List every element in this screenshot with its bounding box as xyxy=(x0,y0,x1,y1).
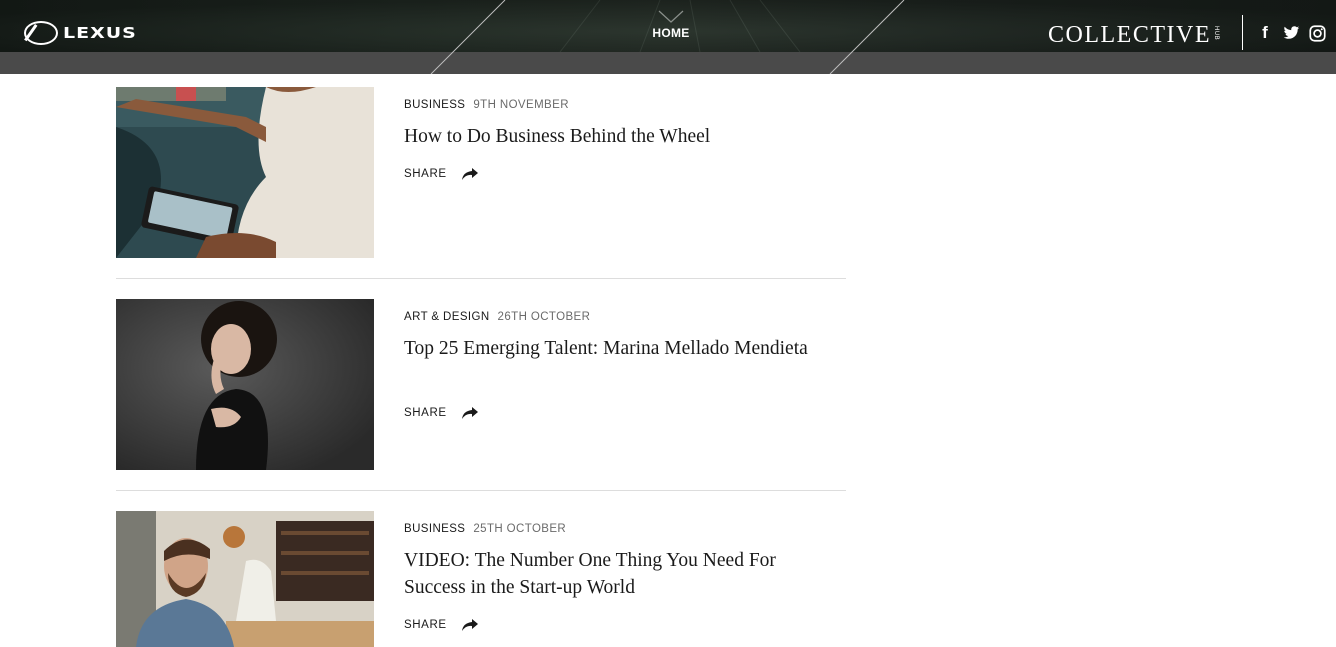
share-button[interactable]: SHARE xyxy=(404,618,479,632)
header-subbar xyxy=(0,52,1336,74)
article-title[interactable]: How to Do Business Behind the Wheel xyxy=(404,123,824,150)
share-arrow-icon xyxy=(461,168,478,180)
chevron-down-icon xyxy=(658,10,684,23)
article-separator xyxy=(116,490,846,491)
share-label: SHARE xyxy=(404,407,447,419)
date-label: 26TH OCTOBER xyxy=(497,311,591,323)
header-divider xyxy=(1242,15,1243,50)
date-label: 9TH NOVEMBER xyxy=(473,99,569,111)
twitter-icon[interactable] xyxy=(1283,25,1300,41)
article-title[interactable]: VIDEO: The Number One Thing You Need For… xyxy=(404,547,824,601)
collective-hub-logo[interactable]: COLLECTIVE xyxy=(1048,22,1211,49)
site-header: LEXUS HOME COLLECTIVE HUB f xyxy=(0,0,1336,52)
category-label[interactable]: BUSINESS xyxy=(404,99,465,111)
facebook-icon[interactable]: f xyxy=(1258,23,1272,42)
brand-sup: HUB xyxy=(1213,26,1219,41)
nav-home-link[interactable]: HOME xyxy=(640,26,702,40)
share-button[interactable]: SHARE xyxy=(404,406,479,420)
share-label: SHARE xyxy=(404,168,447,180)
article-thumbnail[interactable] xyxy=(116,511,374,647)
article-meta: BUSINESS 25TH OCTOBER xyxy=(404,523,566,535)
article-meta: ART & DESIGN 26TH OCTOBER xyxy=(404,311,590,323)
share-button[interactable]: SHARE xyxy=(404,167,479,181)
lexus-logo[interactable]: LEXUS xyxy=(24,19,137,47)
article-meta: BUSINESS 9TH NOVEMBER xyxy=(404,99,569,111)
instagram-icon[interactable] xyxy=(1309,25,1326,42)
share-arrow-icon xyxy=(461,619,478,631)
list-item[interactable]: ART & DESIGN 26TH OCTOBER Top 25 Emerging… xyxy=(116,299,846,470)
category-label[interactable]: BUSINESS xyxy=(404,523,465,535)
article-thumbnail[interactable] xyxy=(116,299,374,470)
list-item[interactable]: BUSINESS 9TH NOVEMBER How to Do Business … xyxy=(116,87,846,258)
article-thumbnail[interactable] xyxy=(116,87,374,258)
article-title[interactable]: Top 25 Emerging Talent: Marina Mellado M… xyxy=(404,335,824,362)
category-label[interactable]: ART & DESIGN xyxy=(404,311,490,323)
date-label: 25TH OCTOBER xyxy=(473,523,567,535)
share-arrow-icon xyxy=(461,407,478,419)
logo-text: LEXUS xyxy=(63,24,137,42)
article-separator xyxy=(116,278,846,279)
list-item[interactable]: BUSINESS 25TH OCTOBER VIDEO: The Number O… xyxy=(116,511,846,647)
lexus-emblem-icon xyxy=(24,21,58,45)
share-label: SHARE xyxy=(404,619,447,631)
